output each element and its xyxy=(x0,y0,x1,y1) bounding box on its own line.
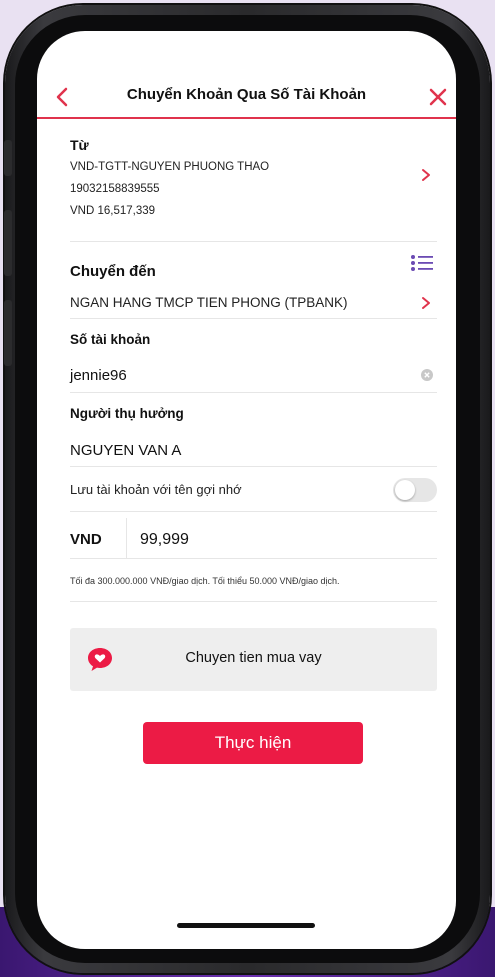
close-icon[interactable] xyxy=(426,85,450,109)
to-label: Chuyển đến xyxy=(70,263,156,280)
divider xyxy=(70,241,437,242)
divider xyxy=(70,318,437,319)
contact-list-icon[interactable] xyxy=(409,253,435,273)
phone-screen: Chuyển Khoản Qua Số Tài Khoản Từ VND-TGT… xyxy=(37,31,456,949)
save-account-toggle[interactable] xyxy=(393,478,437,502)
from-account-number: 19032158839555 xyxy=(70,183,160,195)
loan-transfer-banner[interactable]: Chuyen tien mua vay xyxy=(70,628,437,691)
from-account-name: VND-TGTT-NGUYEN PHUONG THAO xyxy=(70,161,270,173)
from-label: Từ xyxy=(70,137,89,153)
volume-up-button xyxy=(4,210,12,276)
divider xyxy=(70,601,437,602)
clear-input-icon[interactable] xyxy=(421,369,433,381)
divider xyxy=(70,466,437,467)
divider xyxy=(70,558,437,559)
submit-button[interactable]: Thực hiện xyxy=(143,722,363,764)
account-number-label: Số tài khoản xyxy=(70,332,151,347)
amount-separator xyxy=(126,518,127,558)
beneficiary-label: Người thụ hưởng xyxy=(70,406,184,421)
from-balance: VND 16,517,339 xyxy=(70,205,156,217)
mute-switch xyxy=(4,140,12,176)
account-number-input[interactable]: jennie96 xyxy=(70,367,127,384)
save-account-label: Lưu tài khoản với tên gợi nhớ xyxy=(70,482,242,497)
divider xyxy=(70,392,437,393)
from-chevron-right-icon[interactable] xyxy=(419,168,433,182)
bank-chevron-right-icon[interactable] xyxy=(419,296,433,310)
home-indicator xyxy=(177,923,315,928)
divider xyxy=(70,511,437,512)
toggle-knob xyxy=(395,480,415,500)
bank-name: NGAN HANG TMCP TIEN PHONG (TPBANK) xyxy=(70,295,348,310)
volume-down-button xyxy=(4,300,12,366)
amount-input[interactable]: 99,999 xyxy=(140,531,189,549)
app-header: Chuyển Khoản Qua Số Tài Khoản xyxy=(37,77,456,119)
page-title: Chuyển Khoản Qua Số Tài Khoản xyxy=(126,86,367,103)
currency-label: VND xyxy=(70,531,102,548)
amount-limit-note: Tối đa 300.000.000 VNĐ/giao dịch. Tối th… xyxy=(70,576,340,586)
beneficiary-name: NGUYEN VAN A xyxy=(70,442,182,459)
loan-transfer-text: Chuyen tien mua vay xyxy=(185,650,322,666)
